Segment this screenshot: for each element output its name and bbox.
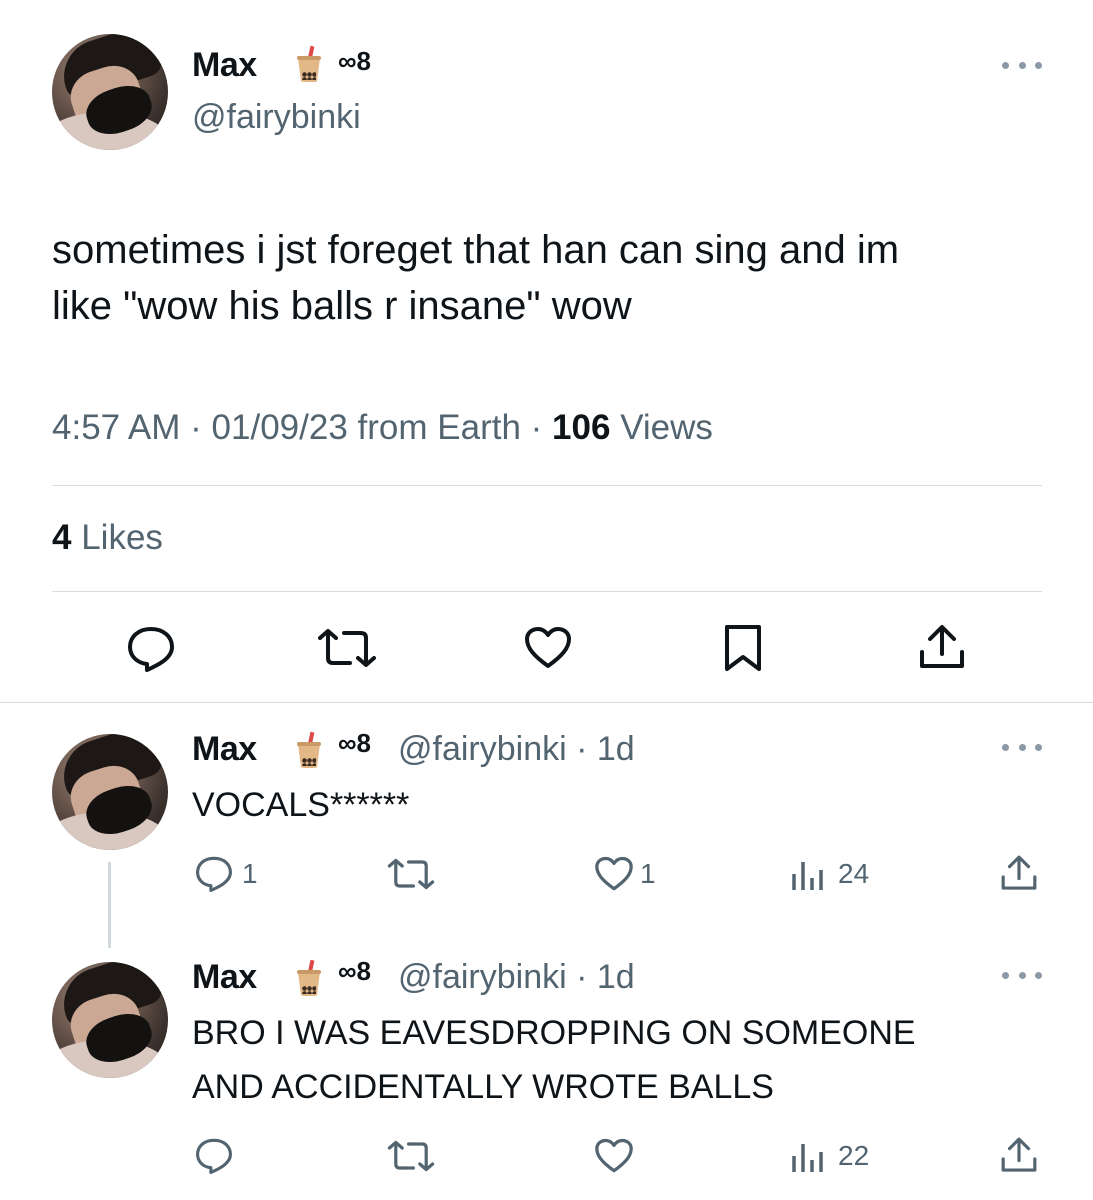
tweet-text-line: sometimes i jst foreget that han can sin… <box>52 228 900 272</box>
share-icon[interactable] <box>918 624 966 670</box>
reply-icon[interactable] <box>194 856 234 892</box>
retweet-icon[interactable] <box>386 858 436 890</box>
view-count: 24 <box>838 858 870 889</box>
bubble-tea-icon <box>297 45 321 82</box>
views-icon[interactable] <box>790 1138 824 1174</box>
view-count: 22 <box>838 1140 870 1171</box>
likes-count: 4 <box>52 518 72 557</box>
more-options-icon[interactable] <box>1002 972 1042 982</box>
avatar[interactable] <box>52 962 168 1078</box>
reply-text: BRO I WAS EAVESDROPPING ON SOMEONE AND A… <box>192 1006 916 1114</box>
author-name[interactable]: Max <box>192 46 257 85</box>
bubble-tea-icon <box>297 731 321 768</box>
divider <box>0 702 1093 703</box>
divider <box>52 591 1042 592</box>
views-label: Views <box>620 408 713 447</box>
avatar[interactable] <box>52 34 168 150</box>
tweet-text-line: like "wow his balls r insane" wow <box>52 284 632 328</box>
avatar[interactable] <box>52 734 168 850</box>
reply-author-name[interactable]: Max <box>192 958 257 997</box>
tweet-time[interactable]: 4:57 AM <box>52 408 180 447</box>
likes-summary[interactable]: 4 Likes <box>52 518 163 558</box>
views-count: 106 <box>552 408 611 447</box>
reply-handle-time[interactable]: @fairybinki · 1d <box>398 958 635 997</box>
reply-icon[interactable] <box>194 1138 234 1174</box>
thread-connector <box>108 862 111 948</box>
like-icon[interactable] <box>594 856 634 892</box>
views-icon[interactable] <box>790 856 824 892</box>
reply-icon[interactable] <box>126 626 176 672</box>
author-handle[interactable]: @fairybinki <box>192 98 361 137</box>
bookmark-icon[interactable] <box>722 624 764 672</box>
reply-text: VOCALS****** <box>192 778 409 832</box>
tweet-text: sometimes i jst foreget that han can sin… <box>52 222 1052 334</box>
tweet-metadata: 4:57 AM · 01/09/23 from Earth · 106 View… <box>52 408 713 447</box>
reply-handle-time[interactable]: @fairybinki · 1d <box>398 730 635 769</box>
likes-label: Likes <box>81 518 163 557</box>
reply-count: 1 <box>242 858 258 889</box>
infinity-badge: ∞8 <box>338 956 371 986</box>
infinity-badge: ∞8 <box>338 728 371 758</box>
reply-text-line: AND ACCIDENTALLY WROTE BALLS <box>192 1068 774 1106</box>
reply-author-name[interactable]: Max <box>192 730 257 769</box>
more-options-icon[interactable] <box>1002 62 1042 72</box>
more-options-icon[interactable] <box>1002 744 1042 754</box>
divider <box>52 485 1042 486</box>
tweet-source: from Earth <box>357 408 521 447</box>
share-icon[interactable] <box>1000 1136 1038 1174</box>
retweet-icon[interactable] <box>386 1140 436 1172</box>
retweet-icon[interactable] <box>316 628 378 668</box>
reply-text-line: BRO I WAS EAVESDROPPING ON SOMEONE <box>192 1014 916 1052</box>
like-count: 1 <box>640 858 656 889</box>
like-icon[interactable] <box>594 1138 634 1174</box>
infinity-badge: ∞8 <box>338 46 371 76</box>
reply-text-line: VOCALS****** <box>192 786 410 824</box>
share-icon[interactable] <box>1000 854 1038 892</box>
like-icon[interactable] <box>524 626 572 670</box>
tweet-date[interactable]: 01/09/23 <box>212 408 348 447</box>
bubble-tea-icon <box>297 959 321 996</box>
